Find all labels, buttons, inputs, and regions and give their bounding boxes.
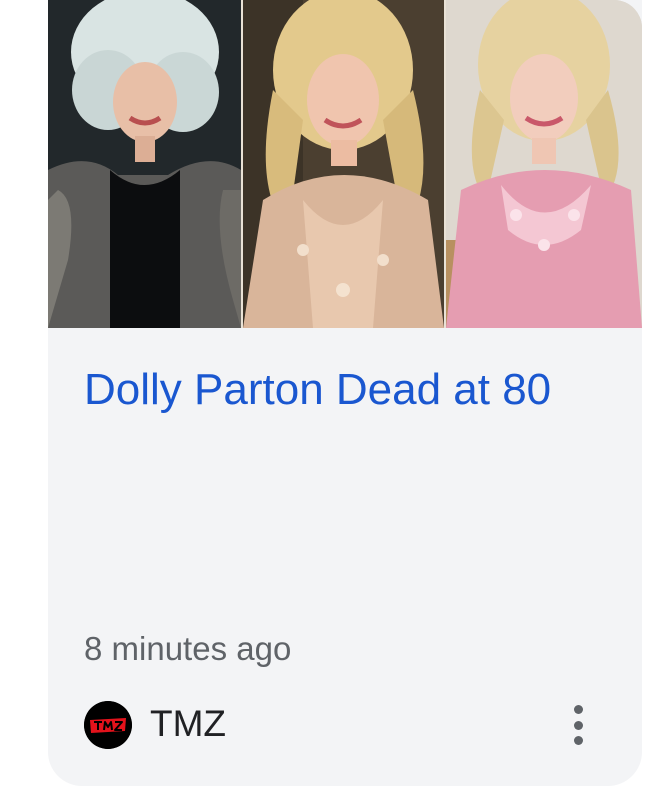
- article-time: 8 minutes ago: [84, 630, 292, 667]
- portrait-2-image: [243, 0, 444, 328]
- more-dot: [573, 720, 583, 730]
- portrait-1-image: [48, 0, 241, 328]
- more-dot: [573, 705, 583, 714]
- source-name[interactable]: TMZ: [150, 703, 226, 745]
- article-thumbnail[interactable]: [48, 0, 642, 328]
- news-card[interactable]: Dolly Parton Dead at 80 8 minutes ago TM…: [48, 0, 642, 786]
- portrait-3-image: [446, 0, 642, 328]
- thumbnail-panel-3: [446, 0, 642, 328]
- article-headline[interactable]: Dolly Parton Dead at 80: [84, 360, 584, 420]
- thumbnail-panel-1: [48, 0, 241, 328]
- more-vert-icon[interactable]: [562, 702, 594, 748]
- tmz-logo-icon: [84, 701, 132, 749]
- thumbnail-panel-2: [243, 0, 444, 328]
- tmz-logo-mark: [84, 701, 132, 749]
- more-dot: [573, 736, 583, 745]
